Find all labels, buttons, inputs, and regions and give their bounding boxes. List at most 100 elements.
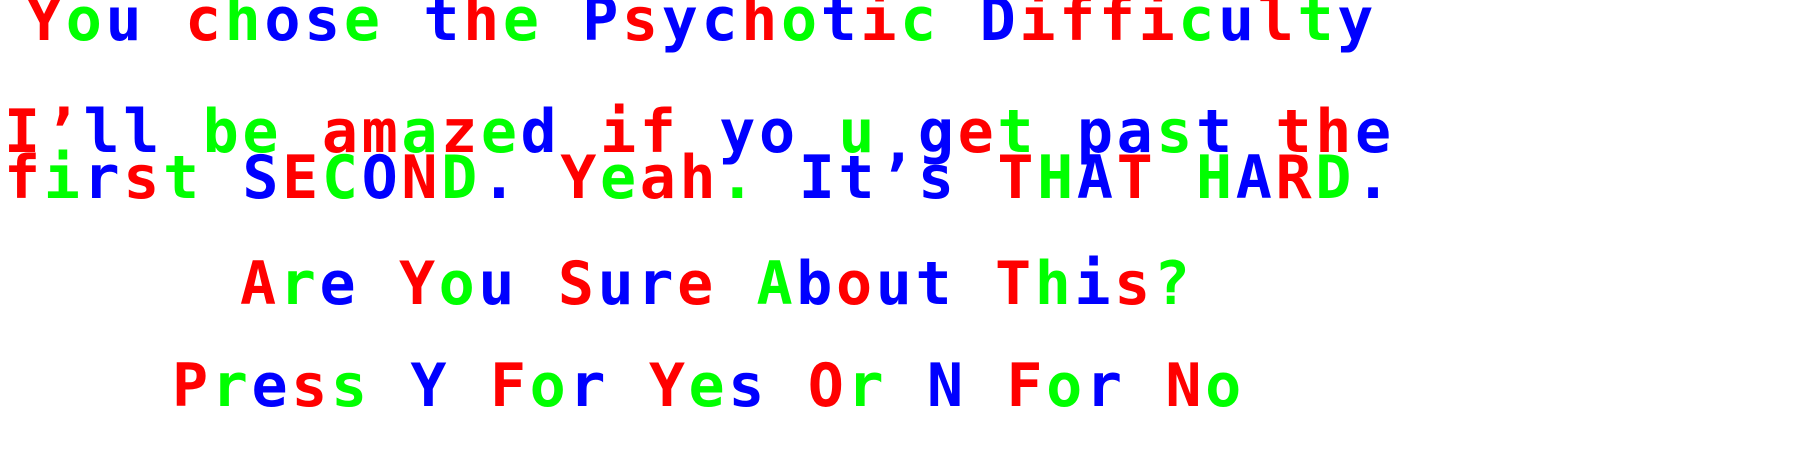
key-prompt: Press Y For Yes Or N For No <box>172 356 1245 416</box>
taunt-line-2-char: D <box>441 143 481 213</box>
taunt-line-2-char: N <box>401 143 442 213</box>
difficulty-line-char: o <box>780 0 821 55</box>
difficulty-line-char: h <box>463 0 503 55</box>
confirm-question-char: o <box>438 249 479 319</box>
taunt-line-2-char: . <box>480 143 521 213</box>
taunt-line-2-char: e <box>600 143 640 213</box>
difficulty-line-char: c <box>184 0 225 55</box>
key-prompt-char: s <box>330 351 371 421</box>
difficulty-line-char: s <box>304 0 344 55</box>
taunt-line-2-char: Y <box>560 143 601 213</box>
taunt-line-2: first SECOND. Yeah. It’s THAT HARD. <box>4 148 1395 208</box>
difficulty-line-char: h <box>224 0 265 55</box>
difficulty-line-char: f <box>1098 0 1139 55</box>
difficulty-line: You chose the Psychotic Difficulty <box>26 0 1377 50</box>
taunt-line-2-char: S <box>242 143 283 213</box>
confirm-question-char: S <box>557 249 598 319</box>
confirm-question-char: e <box>319 249 360 319</box>
taunt-line-2-char: . <box>1354 143 1395 213</box>
difficulty-line-char: t <box>820 0 861 55</box>
difficulty-line-char: D <box>979 0 1020 55</box>
key-prompt-char <box>609 351 649 421</box>
difficulty-line-char: i <box>1138 0 1179 55</box>
key-prompt-char <box>1126 351 1166 421</box>
confirm-question-char: h <box>1034 249 1075 319</box>
difficulty-line-char: i <box>1019 0 1060 55</box>
difficulty-line-char <box>940 0 980 55</box>
difficulty-line-char: c <box>900 0 940 55</box>
taunt-line-2-char: H <box>1037 143 1077 213</box>
key-prompt-char <box>967 351 1007 421</box>
key-prompt-char: Y <box>410 351 451 421</box>
difficulty-line-char: e <box>502 0 543 55</box>
key-prompt-char: s <box>291 351 331 421</box>
difficulty-line-char: t <box>423 0 464 55</box>
confirm-question-char: Y <box>398 249 439 319</box>
key-prompt-char: e <box>688 351 729 421</box>
difficulty-line-char: t <box>1297 0 1338 55</box>
difficulty-line-char: s <box>622 0 662 55</box>
key-prompt-char: o <box>1046 351 1086 421</box>
difficulty-line-char <box>384 0 424 55</box>
taunt-line-2-char <box>203 143 243 213</box>
key-prompt-char: Y <box>648 351 689 421</box>
confirm-question-char: ? <box>1153 249 1194 319</box>
taunt-line-2-char: I <box>798 143 839 213</box>
difficulty-line-char: u <box>1218 0 1258 55</box>
key-prompt-char: O <box>807 351 848 421</box>
key-prompt-char <box>450 351 490 421</box>
taunt-line-2-char: H <box>1196 143 1236 213</box>
taunt-line-2-char: t <box>838 143 879 213</box>
taunt-line-2-char: s <box>123 143 163 213</box>
taunt-line-2-char: . <box>719 143 759 213</box>
key-prompt-char: N <box>926 351 967 421</box>
confirm-question-char: T <box>994 249 1035 319</box>
taunt-line-2-char: R <box>1275 143 1316 213</box>
confirm-question-char <box>518 249 558 319</box>
game-text-screen: You chose the Psychotic Difficulty I’ll … <box>0 0 1800 470</box>
difficulty-line-char: l <box>1257 0 1298 55</box>
difficulty-line-char: o <box>264 0 305 55</box>
difficulty-line-char: Y <box>26 0 66 55</box>
difficulty-line-char: c <box>1178 0 1219 55</box>
confirm-question-char: b <box>796 249 837 319</box>
key-prompt-char: s <box>728 351 769 421</box>
taunt-line-2-char: T <box>997 143 1038 213</box>
difficulty-line-char: c <box>701 0 742 55</box>
difficulty-line-char: h <box>741 0 781 55</box>
confirm-question-char: o <box>836 249 876 319</box>
difficulty-line-char: P <box>582 0 623 55</box>
taunt-line-2-char <box>958 143 998 213</box>
key-prompt-char: F <box>489 351 530 421</box>
confirm-question-char: e <box>677 249 717 319</box>
taunt-line-2-char: h <box>679 143 720 213</box>
confirm-question-char: u <box>597 249 638 319</box>
key-prompt-char: F <box>1006 351 1047 421</box>
confirm-question-char: A <box>756 249 797 319</box>
taunt-line-2-char: t <box>162 143 203 213</box>
confirm-question-char <box>717 249 757 319</box>
key-prompt-char: o <box>529 351 570 421</box>
key-prompt-char: r <box>211 351 252 421</box>
taunt-line-2-char: i <box>43 143 84 213</box>
key-prompt-char: r <box>1085 351 1126 421</box>
taunt-line-2-char: E <box>282 143 322 213</box>
taunt-line-2-char: A <box>1076 143 1117 213</box>
key-prompt-char <box>887 351 927 421</box>
difficulty-line-char <box>145 0 185 55</box>
confirm-question-char: A <box>240 249 280 319</box>
taunt-line-2-char <box>759 143 799 213</box>
key-prompt-char: P <box>172 351 212 421</box>
difficulty-line-char: i <box>860 0 901 55</box>
taunt-line-2-char: D <box>1315 143 1355 213</box>
taunt-line-2-char <box>521 143 561 213</box>
key-prompt-char: r <box>847 351 888 421</box>
confirm-question-char: u <box>875 249 916 319</box>
difficulty-line-char <box>543 0 583 55</box>
confirm-question-char: t <box>915 249 956 319</box>
confirm-question: Are You Sure About This? <box>240 254 1194 314</box>
key-prompt-char <box>768 351 808 421</box>
confirm-question-char <box>359 249 399 319</box>
confirm-question-char: i <box>1074 249 1115 319</box>
key-prompt-char <box>371 351 411 421</box>
